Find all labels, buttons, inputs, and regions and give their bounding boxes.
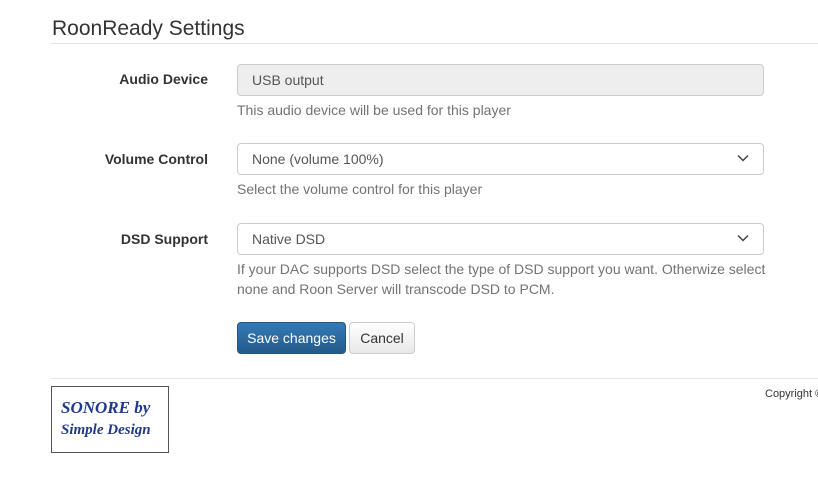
cancel-button[interactable]: Cancel bbox=[349, 322, 415, 354]
volume-control-help: Select the volume control for this playe… bbox=[237, 181, 483, 197]
volume-control-select[interactable]: None (volume 100%) bbox=[237, 143, 764, 175]
chevron-down-icon bbox=[737, 154, 749, 162]
audio-device-field: USB output bbox=[237, 64, 764, 96]
footer-divider bbox=[51, 378, 818, 379]
audio-device-help: This audio device will be used for this … bbox=[237, 102, 511, 118]
dsd-support-select[interactable]: Native DSD bbox=[237, 223, 764, 255]
dsd-support-help-line2: none and Roon Server will transcode DSD … bbox=[237, 281, 555, 297]
save-changes-button[interactable]: Save changes bbox=[237, 322, 346, 354]
audio-device-value: USB output bbox=[252, 72, 324, 88]
volume-control-value: None (volume 100%) bbox=[252, 151, 384, 167]
sonore-logo: SONORE by Simple Design bbox=[51, 386, 169, 453]
audio-device-label: Audio Device bbox=[119, 71, 208, 87]
volume-control-label: Volume Control bbox=[104, 151, 208, 167]
dsd-support-help: If your DAC supports DSD select the type… bbox=[237, 259, 767, 299]
roonready-settings-page: RoonReady Settings Audio Device USB outp… bbox=[0, 0, 818, 481]
page-title: RoonReady Settings bbox=[52, 17, 245, 40]
dsd-support-value: Native DSD bbox=[252, 231, 326, 247]
dsd-support-label: DSD Support bbox=[120, 231, 208, 247]
title-divider bbox=[51, 43, 818, 44]
copyright-text: Copyright © bbox=[765, 388, 818, 400]
logo-line2: Simple Design bbox=[61, 422, 151, 438]
dsd-support-help-line1: If your DAC supports DSD select the type… bbox=[237, 261, 766, 277]
chevron-down-icon bbox=[737, 234, 749, 242]
logo-line1: SONORE by bbox=[61, 398, 151, 417]
